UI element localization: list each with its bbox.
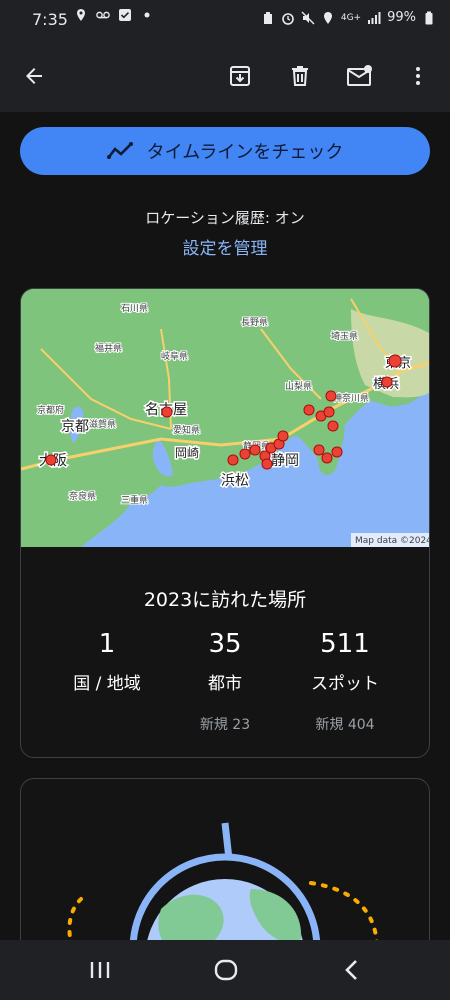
mark-unread-button[interactable] [346, 62, 374, 90]
stat-spots: 511 スポット 新規 404 [277, 629, 413, 734]
map-label-yamanashi: 山梨県 [285, 380, 312, 392]
map-label-kyoto: 京都 [61, 419, 89, 435]
stat-value: 511 [320, 629, 370, 659]
location-history-status: ロケーション履歴: オン [145, 209, 305, 227]
map-pin [331, 446, 343, 458]
network-type: 4G+ [340, 12, 362, 23]
map-label-shiga: 滋賀県 [89, 418, 116, 430]
stat-label: 国 / 地域 [73, 674, 141, 694]
dot-icon [144, 12, 150, 18]
map-pin [161, 406, 173, 418]
location-icon [323, 11, 332, 24]
back-button[interactable] [20, 62, 48, 90]
check-timeline-label: タイムラインをチェック [146, 142, 344, 163]
map-label-mie: 三重県 [121, 494, 148, 506]
map-attribution: Map data ©2024 [355, 536, 429, 546]
back-icon [345, 960, 357, 980]
stat-label: 都市 [208, 674, 242, 694]
mail-icon [347, 65, 372, 86]
map-pin [45, 454, 57, 466]
battery-percent: 99% [387, 10, 416, 25]
archive-icon [230, 66, 250, 86]
map-label-shizuoka: 静岡 [271, 453, 299, 469]
map-label-nagano: 長野県 [241, 317, 268, 328]
map-pin [323, 406, 335, 418]
manage-settings-link[interactable]: 設定を管理 [0, 234, 450, 259]
map-label-aichi: 愛知県 [173, 424, 200, 436]
map-pin [227, 454, 239, 466]
map-label-hamamatsu: 浜松 [221, 473, 249, 489]
check-timeline-button[interactable]: タイムラインをチェック [20, 127, 430, 175]
system-nav-bar [0, 940, 450, 1000]
map-pin [313, 444, 325, 456]
recents-button[interactable] [82, 954, 118, 986]
map-pin [249, 444, 261, 456]
status-bar: 7:35 4G+ 99% [0, 0, 450, 40]
map-image[interactable]: 東京 横浜 名古屋 京都 大阪 静岡 浜松 岡崎 石川県 長野県 福井県 岐阜県… [21, 289, 429, 547]
back-arrow-icon [26, 68, 42, 84]
home-icon [214, 959, 238, 981]
stat-new-count: 新規 404 [315, 717, 375, 733]
map-label-fukui: 福井県 [95, 342, 122, 354]
map-label-ishikawa: 石川県 [121, 303, 148, 314]
map-pin [303, 404, 315, 416]
more-vert-icon [416, 67, 420, 85]
map-pin [239, 448, 251, 460]
globe-illustration [67, 822, 379, 940]
stat-new-count: 新規 23 [199, 717, 251, 733]
map-label-kanagawa: 神奈川県 [333, 392, 369, 404]
globe-card [20, 778, 430, 940]
archive-button[interactable] [226, 62, 254, 90]
map-pin [261, 458, 273, 470]
delete-icon [292, 66, 308, 86]
app-bar [0, 40, 450, 112]
mute-icon [301, 11, 315, 24]
map-pin [325, 390, 337, 402]
data-saver-icon [263, 11, 272, 24]
map-pin [327, 420, 339, 432]
stat-label: スポット [311, 674, 379, 694]
map-label-saitama: 埼玉県 [331, 330, 358, 342]
home-button[interactable] [208, 954, 244, 986]
map-label-gifu: 岐阜県 [161, 350, 188, 362]
nav-back-button[interactable] [334, 954, 370, 986]
map-label-nara: 奈良県 [69, 490, 96, 502]
checkbox-icon [119, 9, 131, 21]
status-time: 7:35 [32, 10, 68, 29]
voicemail-icon [96, 11, 110, 19]
stat-value: 35 [208, 629, 242, 659]
email-content: タイムラインをチェック ロケーション履歴: オン 設定を管理 東京 横浜 名古屋… [0, 112, 450, 940]
map-label-kyoto-fu: 京都府 [37, 404, 64, 416]
signal-icon [368, 11, 381, 24]
more-options-button[interactable] [404, 62, 432, 90]
year-summary-title: 2023に訪れた場所 [143, 589, 307, 611]
location-icon [77, 9, 85, 21]
battery-icon [425, 11, 433, 24]
recents-icon [90, 962, 110, 978]
map-label-okazaki: 岡崎 [175, 446, 199, 460]
year-summary-card: 東京 横浜 名古屋 京都 大阪 静岡 浜松 岡崎 石川県 長野県 福井県 岐阜県… [20, 288, 430, 758]
stat-countries: 1 国 / 地域 [39, 629, 175, 714]
map-pin [321, 452, 333, 464]
stat-cities: 35 都市 新規 23 [157, 629, 293, 734]
map-pin [381, 376, 393, 388]
timeline-icon [106, 142, 133, 159]
delete-button[interactable] [286, 62, 314, 90]
alarm-icon [282, 12, 294, 25]
map-pin [277, 430, 289, 442]
map-pin [388, 354, 402, 368]
stat-value: 1 [98, 629, 116, 659]
